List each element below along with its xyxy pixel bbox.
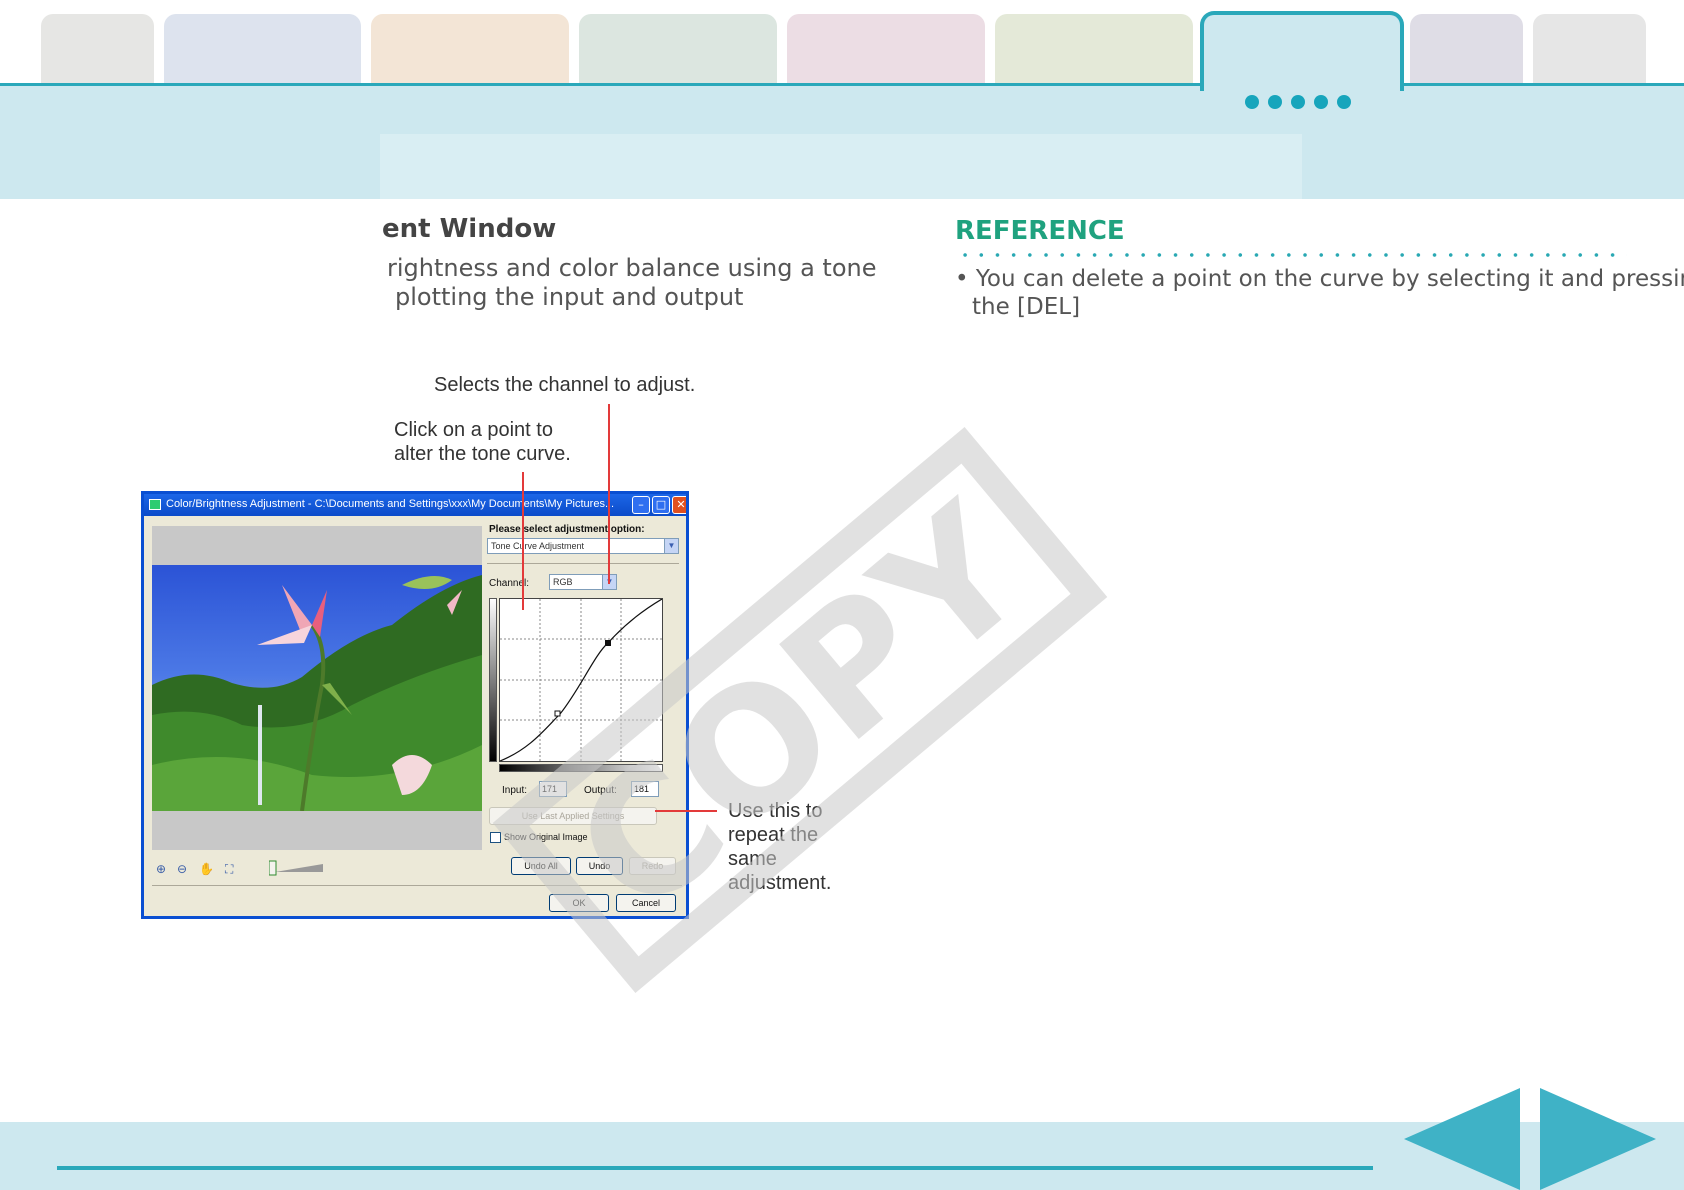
cancel-button[interactable]: Cancel [616,894,676,912]
channel-value: RGB [553,577,573,587]
indicator-dot [1291,95,1305,109]
page: ent Window rightness and color balance u… [0,0,1684,1190]
tab-1[interactable] [41,14,154,86]
tab-6[interactable] [995,14,1193,86]
option-label: Please select adjustment option: [489,524,645,535]
reference-dotted-rule [957,253,1627,257]
tone-curve-plot[interactable] [499,598,663,762]
page-indicator-dots [1245,95,1351,109]
adjustment-option-select[interactable]: Tone Curve Adjustment ▼ [487,538,679,554]
zoom-in-icon[interactable]: ⊕ [156,862,166,876]
input-label: Input: [502,785,528,796]
preview-photo [152,565,482,811]
tab-active[interactable] [1200,11,1404,91]
photo-flower-image [152,575,482,811]
section-heading: ent Window [382,214,557,244]
reference-text-line-2: the [DEL] [972,294,1081,320]
input-value-field[interactable]: 171 [539,781,567,797]
ok-button[interactable]: OK [549,894,609,912]
indicator-dot [1245,95,1259,109]
use-last-settings-button[interactable]: Use Last Applied Settings [489,807,657,825]
channel-select[interactable]: RGB ▼ [549,574,617,590]
minimize-icon[interactable]: – [632,496,650,514]
image-preview [152,526,482,850]
panel-separator [487,563,679,564]
dialog-titlebar: Color/Brightness Adjustment - C:\Documen… [144,494,686,516]
tab-3[interactable] [371,14,569,86]
tab-8[interactable] [1410,14,1523,86]
body-text-line-2: plotting the input and output [395,283,744,311]
app-icon [149,499,161,510]
indicator-dot [1314,95,1328,109]
close-icon[interactable]: ✕ [672,496,686,514]
indicator-dot [1337,95,1351,109]
callout-repeat-line-1: Use this to [728,800,823,822]
reference-title: REFERENCE [955,216,1125,246]
undo-all-button[interactable]: Undo All [511,857,571,875]
next-page-arrow-icon[interactable] [1540,1088,1656,1190]
footer-divider [152,885,682,886]
tab-9[interactable] [1533,14,1646,86]
callout-curve-line-2: alter the tone curve. [394,443,571,465]
callout-curve-line-1: Click on a point to [394,419,553,441]
redo-button[interactable]: Redo [629,857,676,875]
previous-page-arrow-icon[interactable] [1404,1088,1520,1190]
tab-2[interactable] [164,14,361,86]
callout-repeat-line-2: repeat the [728,824,819,846]
callout-repeat: Use this to repeat the same adjustment. [728,799,831,895]
zoom-out-icon[interactable]: ⊖ [177,862,187,876]
output-label: Output: [584,785,617,796]
dialog-title: Color/Brightness Adjustment - C:\Documen… [166,498,615,510]
curve-point[interactable] [554,710,561,717]
curve-leader-line [522,472,524,610]
channel-leader-line [608,404,610,584]
callout-curve: Click on a point to alter the tone curve… [394,418,571,466]
repeat-leader-line [655,810,717,812]
indicator-dot [1268,95,1282,109]
chevron-down-icon[interactable]: ▼ [664,539,678,553]
zoom-slider[interactable] [269,860,325,876]
show-original-label: Show Original Image [504,832,588,842]
tone-curve-graph[interactable] [499,598,663,762]
tab-4[interactable] [579,14,777,86]
reference-text-line-1: • You can delete a point on the curve by… [955,266,1684,292]
input-gradient-bar [499,764,663,772]
body-text-line-1: rightness and color balance using a tone [387,254,877,282]
output-value-field[interactable]: 181 [631,781,659,797]
callout-channel: Selects the channel to adjust. [434,374,696,396]
curve-point-selected[interactable] [605,640,611,646]
footer-line [57,1166,1373,1170]
title-box [380,134,1302,199]
maximize-icon[interactable]: □ [652,496,670,514]
callout-repeat-line-4: adjustment. [728,872,832,894]
undo-button[interactable]: Undo [576,857,623,875]
active-tab-join [1204,80,1400,90]
tab-5[interactable] [787,14,985,86]
adjustment-option-value: Tone Curve Adjustment [491,541,585,551]
hand-icon[interactable]: ✋ [199,862,214,876]
show-original-checkbox[interactable] [490,832,501,843]
color-brightness-dialog: Color/Brightness Adjustment - C:\Documen… [141,491,689,919]
fit-icon[interactable]: ⛶ [225,862,233,877]
output-gradient-bar [489,598,497,762]
callout-repeat-line-3: same [728,848,777,870]
